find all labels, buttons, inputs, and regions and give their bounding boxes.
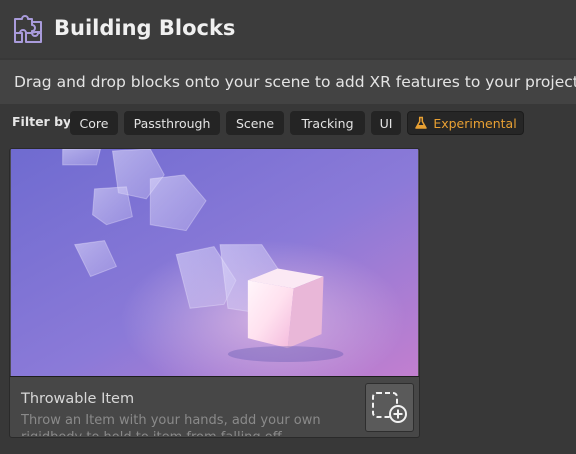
block-card-title: Throwable Item xyxy=(21,391,135,407)
filter-chip-label: Tracking xyxy=(301,115,354,131)
block-card-description: Throw an Item with your hands, add your … xyxy=(21,413,321,436)
filter-chip-tracking[interactable]: Tracking xyxy=(290,111,365,135)
puzzle-icon xyxy=(12,13,44,45)
filter-chip-ui[interactable]: UI xyxy=(371,111,401,135)
block-card-throwable-item[interactable]: Throwable Item Throw an Item with your h… xyxy=(9,148,420,438)
filter-chip-passthrough[interactable]: Passthrough xyxy=(124,111,220,135)
filter-chip-experimental[interactable]: Experimental xyxy=(407,111,524,135)
page-title: Building Blocks xyxy=(54,16,236,40)
filter-label: Filter by xyxy=(12,114,72,129)
flask-icon xyxy=(415,116,428,129)
filter-chip-core[interactable]: Core xyxy=(70,111,118,135)
filter-chip-label: Scene xyxy=(235,115,275,131)
filter-chip-label: Core xyxy=(79,115,109,131)
filter-chip-scene[interactable]: Scene xyxy=(226,111,284,135)
add-to-scene-icon xyxy=(371,391,407,423)
page-description: Drag and drop blocks onto your scene to … xyxy=(14,73,576,91)
window-header: Building Blocks xyxy=(0,0,576,58)
filter-chip-label: Experimental xyxy=(433,115,517,131)
description-bar: Drag and drop blocks onto your scene to … xyxy=(0,60,576,104)
filter-chip-label: Passthrough xyxy=(133,115,211,131)
filter-bar: Filter by Core Passthrough Scene Trackin… xyxy=(0,104,576,140)
filter-chip-label: UI xyxy=(379,115,393,131)
block-preview-image xyxy=(10,149,419,377)
add-block-button[interactable] xyxy=(365,383,414,432)
